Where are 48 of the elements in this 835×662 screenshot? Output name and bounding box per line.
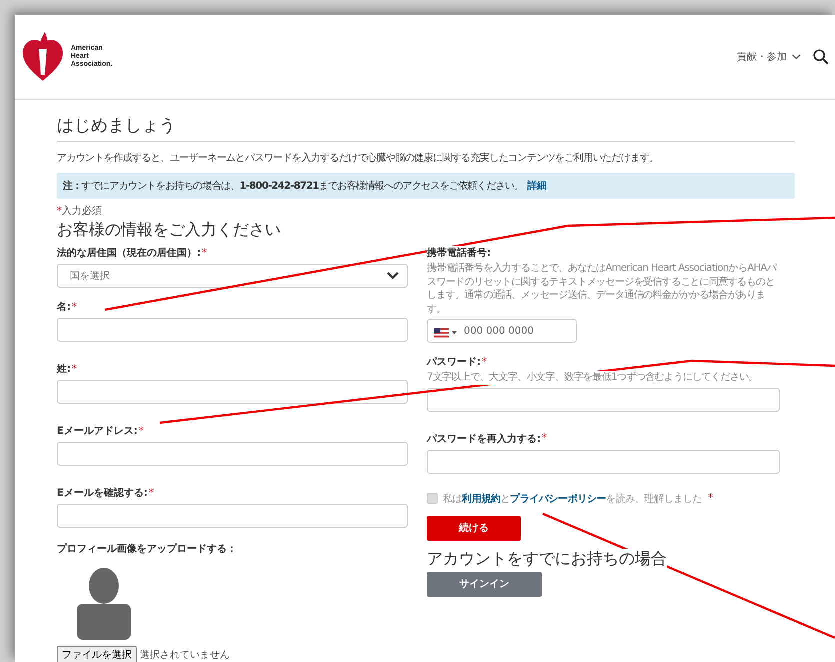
signin-heading: アカウントをすでにお持ちの場合 (427, 548, 667, 570)
field-label: パスワード: (427, 355, 481, 369)
field-label: Eメールアドレス: (57, 424, 138, 438)
choose-file-button[interactable]: ファイルを選択 (57, 646, 137, 662)
field-label: 姓: (57, 362, 71, 376)
input-field[interactable] (57, 442, 408, 466)
phone-field[interactable]: 000 000 0000 (427, 319, 577, 343)
continue-button[interactable]: 続ける (427, 516, 521, 540)
field-label: パスワードを再入力する: (427, 432, 541, 446)
field-label: Eメールを確認する: (57, 486, 148, 500)
details-link[interactable]: 詳細 (528, 181, 546, 192)
required-note: 入力必須 (62, 206, 102, 217)
form-heading: お客様の情報をご入力ください (57, 220, 282, 241)
intro-text: アカウントを作成すると、ユーザーネームとパスワードを入力するだけで心臓や脳の健康に関する充実したコンテンツをご利用いただけます。 (57, 152, 660, 165)
consent-text: 私は利用規約とプライバシーポリシーを読み、理解しました (443, 492, 702, 506)
chevron-down-icon (387, 272, 399, 280)
input-field[interactable] (57, 504, 408, 528)
required-asterisk: * (542, 433, 547, 444)
policy-link[interactable]: プライバシーポリシー (510, 494, 606, 504)
page-title: はじめましょう (57, 115, 177, 137)
required-asterisk: * (482, 356, 487, 368)
search-icon[interactable] (813, 49, 829, 65)
sign-in-button[interactable]: サインイン (427, 572, 542, 596)
required-asterisk: * (202, 248, 207, 258)
info-notice: 注：すでにアカウントをお持ちの場合は、1-800-242-8721までお客様情報へのアクセスをご依頼ください。 詳細 (57, 173, 795, 199)
field-label: 携帯電話番号: (427, 246, 491, 260)
required-asterisk: * (72, 364, 77, 374)
field-hint: 携帯電話番号を入力することで、あなたはAmerican Heart AssociationからAHAパスワードのリセットに関するテキストメッセージを受信することに同意するものとします。通常の通話、メッセージ送信、データ通信の料金がかかる場合があります。 (427, 262, 780, 316)
input-field[interactable] (57, 380, 408, 404)
caret-icon[interactable] (452, 331, 457, 335)
checkbox[interactable] (427, 493, 438, 504)
field-label: 名: (57, 300, 71, 314)
avatar-silhouette-icon (77, 568, 131, 640)
caret-icon (792, 54, 801, 60)
nav-link[interactable]: 貢献・参加 (737, 50, 801, 64)
required-asterisk: * (138, 426, 144, 436)
policy-link[interactable]: 利用規約 (462, 494, 501, 504)
required-asterisk: * (708, 493, 714, 504)
file-status-text: 選択されていません (140, 649, 230, 662)
required-asterisk: * (57, 206, 62, 217)
input-field[interactable] (57, 318, 408, 342)
field-label: 法的な居住国（現在の居住国）: (57, 246, 201, 260)
heart-torch-icon[interactable] (21, 31, 65, 83)
required-asterisk: * (72, 302, 77, 312)
input-field[interactable] (427, 388, 780, 412)
country-select[interactable]: 国を選択 (57, 264, 408, 288)
input-field[interactable] (427, 450, 780, 474)
required-asterisk: * (148, 488, 154, 498)
